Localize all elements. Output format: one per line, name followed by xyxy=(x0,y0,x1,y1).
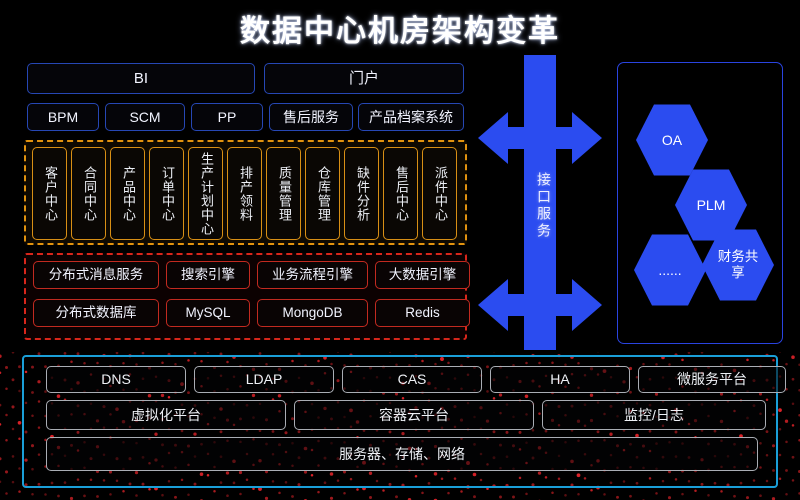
page-title: 数据中心机房架构变革 xyxy=(240,14,560,49)
business-module-label: 订单中心 xyxy=(159,165,175,222)
business-module-label: 排产领料 xyxy=(237,165,253,222)
app-box-product-archive-system[interactable]: 产品档案系统 xyxy=(358,103,464,131)
app-box-portal[interactable]: 门户 xyxy=(264,63,464,94)
business-module-box[interactable]: 产品中心 xyxy=(110,147,145,240)
app-box-pp[interactable]: PP xyxy=(191,103,263,131)
business-module-box[interactable]: 排产领料 xyxy=(227,147,262,240)
business-module-label: 生产计划中心 xyxy=(198,151,214,236)
business-module-box[interactable]: 生产计划中心 xyxy=(188,147,223,240)
middleware-box[interactable]: 分布式数据库 xyxy=(33,299,159,327)
infra-box[interactable]: LDAP xyxy=(194,366,334,393)
business-modules-group: 客户中心 合同中心 产品中心 订单中心 生产计划中心 排产领料 质量管理 仓库管理 缺件分析 售后… xyxy=(24,140,467,245)
infra-box[interactable]: 服务器、存储、网络 xyxy=(46,437,758,471)
infra-box[interactable]: CAS xyxy=(342,366,482,393)
middleware-group: 分布式消息服务 搜索引擎 业务流程引擎 大数据引擎 分布式数据库 MySQL MongoD… xyxy=(24,253,470,340)
business-module-box[interactable]: 缺件分析 xyxy=(344,147,379,240)
infra-box[interactable]: DNS xyxy=(46,366,186,393)
infra-box[interactable]: 容器云平台 xyxy=(294,400,534,430)
business-module-box[interactable]: 派件中心 xyxy=(422,147,457,240)
middleware-box[interactable]: 搜索引擎 xyxy=(166,261,250,289)
infra-box[interactable]: 虚拟化平台 xyxy=(46,400,286,430)
app-box-after-sales-service[interactable]: 售后服务 xyxy=(269,103,353,131)
infra-box[interactable]: 微服务平台 xyxy=(638,366,786,393)
middleware-box[interactable]: 业务流程引擎 xyxy=(257,261,368,289)
middleware-box[interactable]: Redis xyxy=(375,299,470,327)
app-box-scm[interactable]: SCM xyxy=(105,103,185,131)
business-module-box[interactable]: 售后中心 xyxy=(383,147,418,240)
business-module-label: 产品中心 xyxy=(120,165,136,222)
business-module-label: 售后中心 xyxy=(393,165,409,222)
app-box-bi[interactable]: BI xyxy=(27,63,255,94)
interface-service-label: 接口服务 xyxy=(536,172,552,240)
hexagon-oa[interactable]: OA xyxy=(636,104,708,176)
middleware-box[interactable]: 分布式消息服务 xyxy=(33,261,159,289)
middleware-box[interactable]: MongoDB xyxy=(257,299,368,327)
diagram-canvas: 数据中心机房架构变革 BI 门户 BPM SCM PP 售后服务 产品档案系统 … xyxy=(0,0,800,500)
business-module-box[interactable]: 合同中心 xyxy=(71,147,106,240)
infra-box[interactable]: HA xyxy=(490,366,630,393)
infra-box[interactable]: 监控/日志 xyxy=(542,400,766,430)
business-module-label: 派件中心 xyxy=(432,165,448,222)
external-systems-panel: OA PLM ...... 财务共享 xyxy=(617,62,783,344)
middleware-box[interactable]: 大数据引擎 xyxy=(375,261,470,289)
business-module-label: 质量管理 xyxy=(276,165,292,222)
business-module-box[interactable]: 客户中心 xyxy=(32,147,67,240)
hexagon-more[interactable]: ...... xyxy=(634,234,706,306)
business-module-label: 合同中心 xyxy=(81,165,97,222)
app-box-bpm[interactable]: BPM xyxy=(27,103,99,131)
business-module-box[interactable]: 仓库管理 xyxy=(305,147,340,240)
business-module-label: 仓库管理 xyxy=(315,165,331,222)
business-module-label: 缺件分析 xyxy=(354,165,370,222)
business-module-label: 客户中心 xyxy=(42,165,58,222)
business-module-box[interactable]: 质量管理 xyxy=(266,147,301,240)
business-module-box[interactable]: 订单中心 xyxy=(149,147,184,240)
middleware-box[interactable]: MySQL xyxy=(166,299,250,327)
